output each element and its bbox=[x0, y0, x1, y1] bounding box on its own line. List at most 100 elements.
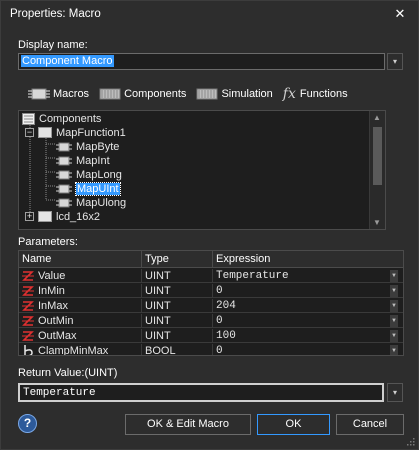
folder-component-icon bbox=[38, 211, 52, 222]
chevron-down-icon: ▾ bbox=[392, 388, 397, 397]
parameters-header: Name Type Expression bbox=[19, 251, 403, 268]
expression-dropdown-icon[interactable]: ▼ bbox=[390, 285, 398, 297]
parameters-table: Name Type Expression Value UINT Temperat… bbox=[18, 250, 404, 356]
ok-button[interactable]: OK bbox=[257, 414, 330, 435]
column-header-name[interactable]: Name bbox=[22, 253, 51, 265]
tree-item-label: MapLong bbox=[76, 168, 122, 181]
column-divider bbox=[212, 284, 213, 298]
parameter-name: InMax bbox=[38, 300, 68, 312]
expand-expander-icon[interactable]: + bbox=[25, 212, 34, 221]
expression-dropdown-icon[interactable]: ▼ bbox=[390, 300, 398, 312]
parameter-name: ClampMinMax bbox=[38, 345, 109, 356]
column-divider bbox=[212, 251, 213, 268]
parameter-expression[interactable]: 204 bbox=[216, 299, 236, 313]
scrollbar-thumb[interactable] bbox=[373, 127, 382, 185]
filter-simulation-label: Simulation bbox=[221, 88, 273, 100]
parameter-type: UINT bbox=[145, 285, 171, 297]
column-divider bbox=[141, 314, 142, 328]
bool-type-icon bbox=[24, 345, 33, 355]
column-header-type[interactable]: Type bbox=[145, 253, 169, 265]
return-value-input[interactable]: Temperature bbox=[18, 383, 384, 402]
folder-component-icon bbox=[38, 127, 52, 138]
parameter-row-inmin[interactable]: InMin UINT 0 ▼ bbox=[19, 284, 403, 298]
expression-dropdown-icon[interactable]: ▼ bbox=[390, 315, 398, 327]
integer-type-icon bbox=[22, 271, 34, 281]
integer-type-icon bbox=[22, 301, 34, 311]
parameter-row-value[interactable]: Value UINT Temperature ▼ bbox=[19, 269, 403, 283]
tree-item-label: lcd_16x2 bbox=[56, 210, 101, 223]
chevron-down-icon: ▾ bbox=[392, 57, 397, 66]
macro-chip-icon bbox=[56, 156, 72, 165]
expression-dropdown-icon[interactable]: ▼ bbox=[390, 345, 398, 355]
parameter-type: UINT bbox=[145, 315, 171, 327]
scroll-up-arrow-icon[interactable]: ▲ bbox=[373, 113, 381, 122]
parameter-type: UINT bbox=[145, 330, 171, 342]
cancel-button[interactable]: Cancel bbox=[336, 414, 404, 435]
column-divider bbox=[141, 251, 142, 268]
integer-type-icon bbox=[22, 331, 34, 341]
resize-grip-icon[interactable] bbox=[405, 436, 415, 446]
display-name-label: Display name: bbox=[18, 39, 88, 51]
parameter-expression[interactable]: 0 bbox=[216, 314, 223, 328]
help-button[interactable]: ? bbox=[18, 414, 37, 433]
column-divider bbox=[141, 269, 142, 283]
tree-item-components[interactable]: Components bbox=[22, 111, 101, 126]
collapse-expander-icon[interactable]: − bbox=[25, 128, 34, 137]
ok-and-edit-macro-button[interactable]: OK & Edit Macro bbox=[125, 414, 251, 435]
parameter-name: OutMax bbox=[38, 330, 77, 342]
return-value-dropdown-button[interactable]: ▾ bbox=[387, 383, 403, 402]
tree-item-maplong[interactable]: MapLong bbox=[56, 167, 122, 182]
tree-item-label: MapByte bbox=[76, 140, 120, 153]
column-divider bbox=[212, 344, 213, 355]
parameter-name: InMin bbox=[38, 285, 65, 297]
filter-functions-toggle[interactable]: fx Functions bbox=[283, 86, 348, 102]
tree-item-mapbyte[interactable]: MapByte bbox=[56, 139, 119, 154]
window-title: Properties: Macro bbox=[10, 8, 101, 20]
simulation-chip-icon bbox=[196, 88, 218, 100]
integer-type-icon bbox=[22, 286, 34, 296]
component-macro-tree[interactable]: Components − MapFunction1 MapByte MapInt bbox=[18, 110, 386, 230]
column-divider bbox=[212, 269, 213, 283]
parameter-name: OutMin bbox=[38, 315, 74, 327]
parameter-row-outmin[interactable]: OutMin UINT 0 ▼ bbox=[19, 314, 403, 328]
filter-components-label: Components bbox=[124, 88, 187, 100]
filter-simulation-toggle[interactable]: Simulation bbox=[196, 88, 273, 100]
tree-item-lcd-16x2[interactable]: + lcd_16x2 bbox=[25, 209, 100, 224]
parameter-type: UINT bbox=[145, 300, 171, 312]
tree-vertical-scrollbar[interactable]: ▲ ▼ bbox=[369, 111, 385, 229]
properties-macro-dialog: Properties: Macro ✕ Display name: Compon… bbox=[0, 0, 419, 450]
title-bar: Properties: Macro ✕ bbox=[1, 1, 418, 27]
tree-item-label: Components bbox=[39, 112, 102, 125]
close-button[interactable]: ✕ bbox=[392, 6, 408, 22]
macro-chip-icon bbox=[56, 142, 72, 151]
components-list-icon bbox=[22, 112, 35, 125]
parameter-row-inmax[interactable]: InMax UINT 204 ▼ bbox=[19, 299, 403, 313]
parameter-expression[interactable]: 0 bbox=[216, 284, 223, 298]
tree-filter-toolbar: Macros Components Simulation fx Function… bbox=[28, 85, 358, 103]
macro-chip-icon bbox=[56, 170, 72, 179]
column-divider bbox=[141, 299, 142, 313]
expression-dropdown-icon[interactable]: ▼ bbox=[390, 270, 398, 282]
return-value-label: Return Value:(UINT) bbox=[18, 367, 118, 379]
tree-item-mapulong[interactable]: MapUlong bbox=[56, 195, 126, 210]
parameter-row-clampminmax[interactable]: ClampMinMax BOOL 0 ▼ bbox=[19, 344, 403, 356]
tree-item-mapint[interactable]: MapInt bbox=[56, 153, 110, 168]
filter-macros-toggle[interactable]: Macros bbox=[28, 88, 89, 100]
column-divider bbox=[212, 329, 213, 343]
parameter-expression[interactable]: Temperature bbox=[216, 269, 289, 283]
display-name-input[interactable]: Component Macro bbox=[18, 53, 385, 70]
tree-item-mapuint[interactable]: MapUInt bbox=[56, 181, 121, 196]
filter-components-toggle[interactable]: Components bbox=[99, 88, 186, 100]
parameter-row-outmax[interactable]: OutMax UINT 100 ▼ bbox=[19, 329, 403, 343]
column-header-expression[interactable]: Expression bbox=[216, 253, 270, 265]
expression-dropdown-icon[interactable]: ▼ bbox=[390, 330, 398, 342]
scroll-down-arrow-icon[interactable]: ▼ bbox=[373, 218, 381, 227]
display-name-dropdown-button[interactable]: ▾ bbox=[387, 53, 403, 70]
parameter-expression[interactable]: 100 bbox=[216, 329, 236, 343]
parameter-expression[interactable]: 0 bbox=[216, 344, 223, 355]
tree-item-mapfunction1[interactable]: − MapFunction1 bbox=[25, 125, 126, 140]
column-divider bbox=[141, 344, 142, 355]
parameter-type: BOOL bbox=[145, 345, 176, 356]
tree-item-label: MapInt bbox=[76, 154, 110, 167]
macro-chip-icon bbox=[56, 184, 72, 193]
